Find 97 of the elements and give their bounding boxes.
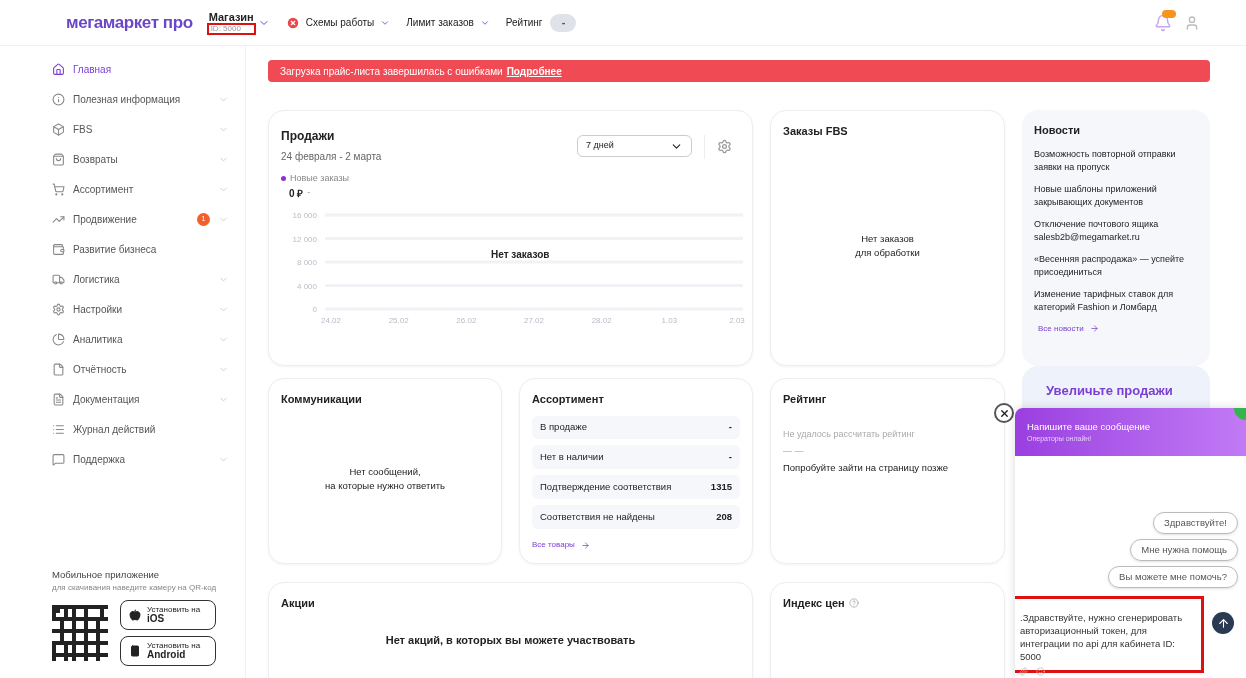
message-field[interactable]: .Здравствуйте, нужно сгенерировать авторизационный токен, для интеграции по api для кабинета ID: 5000 bbox=[1015, 596, 1204, 673]
help-icon[interactable] bbox=[848, 598, 859, 609]
qr-code-icon bbox=[52, 605, 108, 661]
pie-chart-icon bbox=[52, 332, 65, 346]
emoji-icon[interactable] bbox=[1036, 667, 1045, 676]
sidebar-item[interactable]: Документация bbox=[52, 384, 229, 414]
all-products-link[interactable]: Все товары bbox=[532, 539, 740, 551]
sidebar-item[interactable]: Полезная информация bbox=[52, 84, 229, 114]
date-range: 24 февраля - 2 марта bbox=[281, 150, 382, 164]
sidebar-item[interactable]: Логистика bbox=[52, 264, 229, 294]
axis-tick-label: 2.03 bbox=[729, 315, 745, 325]
wallet-icon bbox=[52, 242, 65, 256]
file-icon bbox=[52, 362, 65, 376]
menu-item[interactable]: Лимит заказов bbox=[406, 15, 490, 30]
all-news-link[interactable]: Все новости bbox=[1038, 322, 1198, 335]
total-value: 0 ₽ bbox=[289, 186, 304, 201]
sidebar-item[interactable]: FBS bbox=[52, 114, 229, 144]
send-button[interactable] bbox=[1212, 612, 1234, 634]
list-icon bbox=[52, 422, 65, 436]
sidebar-item[interactable]: Аналитика bbox=[52, 324, 229, 354]
app-store-button[interactable]: Установить на Android bbox=[120, 636, 216, 666]
menu-item[interactable]: Схемы работы bbox=[285, 15, 391, 30]
card-title: Ассортимент bbox=[532, 392, 605, 407]
axis-tick-label: 26.02 bbox=[456, 315, 477, 325]
promo-title: Увеличьте продажи bbox=[1046, 383, 1173, 398]
total-change: - bbox=[307, 186, 311, 200]
close-icon bbox=[998, 407, 1010, 419]
rating-error: Не удалось рассчитать рейтинг bbox=[783, 427, 916, 441]
settings-icon[interactable] bbox=[717, 139, 732, 154]
rating-pill: - bbox=[550, 13, 577, 32]
news-link[interactable]: Возможность повторной отправки заявки на пропуск bbox=[1034, 147, 1198, 174]
error-icon bbox=[285, 15, 300, 30]
bag-icon bbox=[52, 152, 65, 166]
apple-icon bbox=[129, 609, 141, 621]
document-icon bbox=[52, 392, 65, 406]
close-button[interactable] bbox=[994, 403, 1014, 423]
card-title: Заказы FBS bbox=[783, 124, 849, 139]
empty-state-text: Нет сообщений, bbox=[349, 465, 421, 480]
banner-text: Загрузка прайс-листа завершилась с ошибками bbox=[280, 64, 503, 79]
notification-icon[interactable] bbox=[1154, 13, 1172, 32]
empty-state-text: для обработки bbox=[855, 246, 920, 261]
stat-row[interactable]: В продаже - bbox=[532, 415, 740, 440]
news-link[interactable]: Отключение почтового ящика salesb2b@megamarket.ru bbox=[1034, 217, 1198, 244]
details-link[interactable]: Подробнее bbox=[506, 63, 562, 79]
chat-icon bbox=[52, 452, 65, 466]
card-title: Продажи bbox=[281, 128, 336, 145]
sidebar-item[interactable]: Отчётность bbox=[52, 354, 229, 384]
store-id: ID: 5000 bbox=[208, 25, 254, 33]
period-select[interactable]: 7 дней bbox=[577, 135, 692, 157]
axis-tick-label: 1.03 bbox=[661, 315, 678, 325]
settings-icon bbox=[52, 302, 65, 316]
chat-title: Напишите ваше сообщение bbox=[1027, 420, 1152, 434]
card-title: Акции bbox=[281, 596, 316, 611]
axis-tick-label: 25.02 bbox=[388, 315, 409, 325]
arrow-icon bbox=[580, 540, 590, 550]
sidebar-item[interactable]: Журнал действий bbox=[52, 414, 229, 444]
cart-icon bbox=[52, 182, 65, 196]
sidebar-item[interactable]: Развитие бизнеса bbox=[52, 234, 229, 264]
news-link[interactable]: Новые шаблоны приложений закрывающих документов bbox=[1034, 182, 1198, 209]
app-title: Мобильное приложение bbox=[52, 567, 161, 582]
profile-icon[interactable] bbox=[1184, 14, 1200, 31]
rating-hint: Попробуйте зайти на страницу позже bbox=[783, 460, 950, 475]
card-title: Коммуникации bbox=[281, 392, 363, 407]
notification-badge bbox=[1162, 9, 1176, 18]
axis-tick-label: 28.02 bbox=[591, 315, 612, 325]
box-icon bbox=[52, 122, 65, 136]
card-title: Рейтинг bbox=[783, 392, 828, 407]
truck-icon bbox=[52, 272, 65, 286]
rating-value: — — bbox=[783, 445, 805, 458]
sidebar-item[interactable]: Ассортимент bbox=[52, 174, 229, 204]
sidebar-item[interactable]: Настройки bbox=[52, 294, 229, 324]
axis-tick-label: 24.02 bbox=[321, 315, 341, 325]
app-store-button[interactable]: Установить на iOS bbox=[120, 600, 216, 630]
axis-tick-label: 27.02 bbox=[524, 315, 544, 325]
arrow-up-icon bbox=[1216, 616, 1230, 630]
empty-state-text: Нет акций, в которых вы можете участвовать bbox=[385, 632, 636, 648]
news-link[interactable]: «Весенняя распродажа» — успейте присоединиться bbox=[1034, 252, 1198, 279]
news-link[interactable]: Изменение тарифных ставок для категорий Fashion и Ломбард bbox=[1034, 287, 1198, 314]
empty-state-text: Нет заказов bbox=[491, 247, 550, 262]
logo[interactable]: мегамаркет про bbox=[66, 9, 193, 36]
sidebar-item[interactable]: Поддержка bbox=[52, 444, 229, 474]
stat-row[interactable]: Нет в наличии - bbox=[532, 445, 740, 470]
sidebar-item[interactable]: Главная bbox=[52, 54, 229, 84]
panel-title: Новости bbox=[1034, 123, 1082, 138]
store-label: Магазин bbox=[208, 12, 254, 23]
info-icon bbox=[52, 92, 65, 106]
stat-row[interactable]: Соответствия не найдены 208 bbox=[532, 505, 740, 529]
arrow-icon bbox=[1089, 324, 1099, 333]
legend-label: Новые заказы bbox=[290, 172, 350, 185]
sidebar-item[interactable]: Возвраты bbox=[52, 144, 229, 174]
home-icon bbox=[52, 62, 65, 76]
app-hint: для скачивания наведите камеру на QR-код bbox=[52, 582, 218, 594]
stat-row[interactable]: Подтверждение соответствия 1315 bbox=[532, 475, 740, 500]
empty-state-text: Нет заказов bbox=[861, 232, 914, 247]
empty-state-text: на которые нужно ответить bbox=[325, 479, 445, 494]
attach-icon[interactable] bbox=[1019, 667, 1028, 676]
card-title: Индекс цен bbox=[783, 596, 845, 611]
